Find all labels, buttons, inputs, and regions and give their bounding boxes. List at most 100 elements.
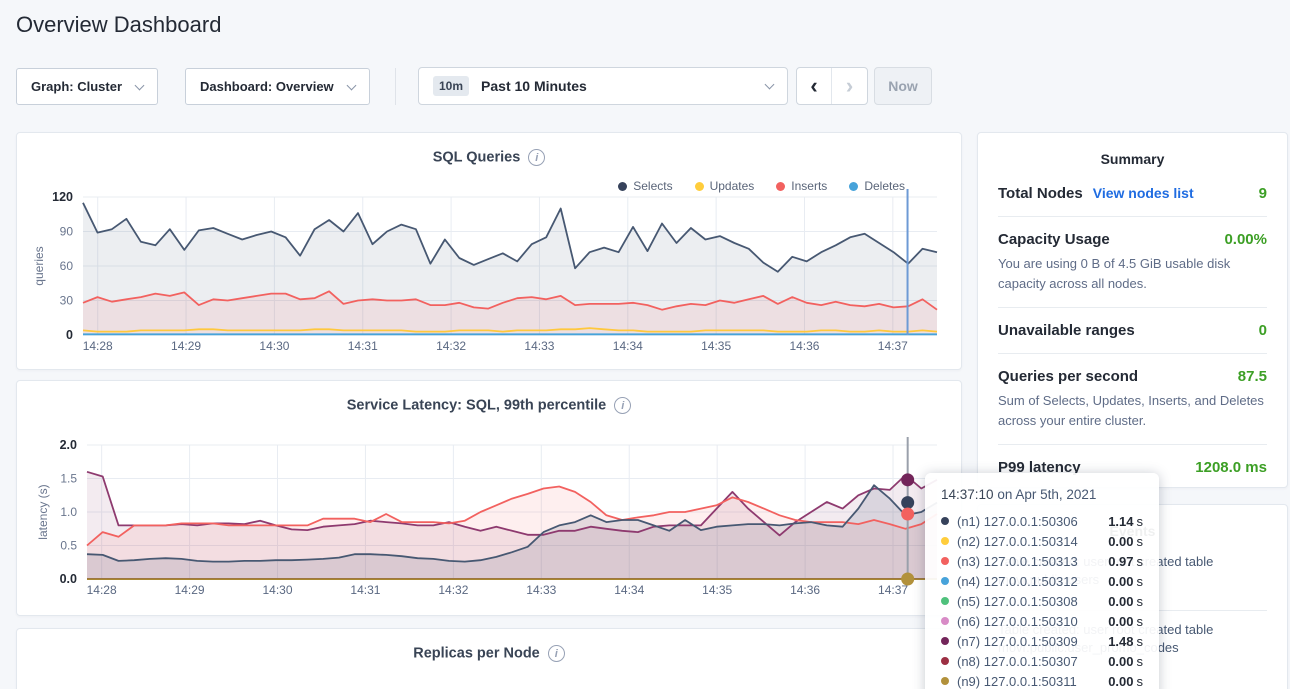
graph-dropdown[interactable]: Graph: Cluster <box>16 68 158 105</box>
legend-label: Deletes <box>864 179 905 193</box>
time-range-selector[interactable]: 10m Past 10 Minutes <box>418 67 788 105</box>
svg-text:1.0: 1.0 <box>60 505 77 519</box>
svg-text:queries: queries <box>32 246 46 285</box>
summary-panel: Summary Total Nodes View nodes list 9 Ca… <box>977 132 1288 488</box>
tooltip-timestamp: 14:37:10 on Apr 5th, 2021 <box>941 487 1143 502</box>
legend-item-inserts[interactable]: Inserts <box>776 179 827 193</box>
node-address: (n5) 127.0.0.1:50308 <box>957 594 1078 609</box>
sql-queries-legend: Selects Updates Inserts Deletes <box>618 179 905 193</box>
node-latency-value: 0.00 <box>1108 534 1133 549</box>
qps-label: Queries per second <box>998 368 1138 385</box>
node-address: (n7) 127.0.0.1:50309 <box>957 634 1078 649</box>
summary-heading: Summary <box>998 151 1267 167</box>
time-pager: ‹ › <box>796 67 868 105</box>
qps-value: 87.5 <box>1238 368 1267 385</box>
tooltip-node-row: (n9) 127.0.0.1:503110.00s <box>941 671 1143 689</box>
tooltip-date: on Apr 5th, 2021 <box>997 487 1096 502</box>
svg-text:14:28: 14:28 <box>83 339 113 353</box>
info-icon[interactable]: i <box>528 149 545 166</box>
svg-text:14:31: 14:31 <box>348 339 378 353</box>
node-color-dot-icon <box>941 557 949 565</box>
legend-dot-icon <box>849 182 858 191</box>
tooltip-rows: (n1) 127.0.0.1:503061.14s (n2) 127.0.0.1:… <box>941 511 1143 689</box>
svg-text:120: 120 <box>52 190 73 204</box>
replicas-per-node-title: Replicas per Node i <box>17 645 961 662</box>
service-latency-title: Service Latency: SQL, 99th percentile i <box>17 397 961 414</box>
legend-item-selects[interactable]: Selects <box>618 179 672 193</box>
service-latency-card: Service Latency: SQL, 99th percentile i 1… <box>16 380 962 616</box>
latency-unit: s <box>1137 654 1144 669</box>
svg-text:90: 90 <box>60 225 74 239</box>
now-button[interactable]: Now <box>874 67 932 105</box>
svg-text:14:35: 14:35 <box>701 339 731 353</box>
svg-text:14:32: 14:32 <box>438 583 468 597</box>
svg-text:14:36: 14:36 <box>790 583 820 597</box>
node-color-dot-icon <box>941 637 949 645</box>
unavailable-ranges-label: Unavailable ranges <box>998 322 1135 339</box>
tooltip-time: 14:37:10 <box>941 487 994 502</box>
svg-text:2.0: 2.0 <box>60 438 77 452</box>
latency-unit: s <box>1137 574 1144 589</box>
prev-time-button[interactable]: ‹ <box>797 68 832 104</box>
tooltip-node-row: (n8) 127.0.0.1:503070.00s <box>941 651 1143 671</box>
summary-qps-row: Queries per second 87.5 Sum of Selects, … <box>998 354 1267 445</box>
svg-text:14:34: 14:34 <box>614 583 644 597</box>
view-nodes-list-link[interactable]: View nodes list <box>1093 185 1194 201</box>
summary-total-nodes-row: Total Nodes View nodes list 9 <box>998 171 1267 217</box>
chevron-down-icon <box>135 80 145 90</box>
capacity-usage-label: Capacity Usage <box>998 231 1110 248</box>
legend-dot-icon <box>618 182 627 191</box>
legend-item-deletes[interactable]: Deletes <box>849 179 905 193</box>
legend-item-updates[interactable]: Updates <box>695 179 755 193</box>
svg-text:14:31: 14:31 <box>350 583 380 597</box>
node-address: (n2) 127.0.0.1:50314 <box>957 534 1078 549</box>
legend-dot-icon <box>695 182 704 191</box>
node-address: (n9) 127.0.0.1:50311 <box>957 674 1077 689</box>
time-range-badge: 10m <box>433 76 469 96</box>
node-address: (n4) 127.0.0.1:50312 <box>957 574 1078 589</box>
info-icon[interactable]: i <box>548 645 565 662</box>
chart-title-text: Service Latency: SQL, 99th percentile <box>347 398 607 414</box>
svg-text:14:28: 14:28 <box>87 583 117 597</box>
svg-text:0.5: 0.5 <box>60 539 77 553</box>
node-color-dot-icon <box>941 577 949 585</box>
controls-divider <box>395 68 396 105</box>
dashboard-dropdown[interactable]: Dashboard: Overview <box>185 68 370 105</box>
sql-queries-card: SQL Queriesi Selects Updates Inserts Delete… <box>16 132 962 370</box>
node-color-dot-icon <box>941 537 949 545</box>
node-color-dot-icon <box>941 677 949 685</box>
total-nodes-label: Total Nodes <box>998 185 1083 202</box>
latency-unit: s <box>1137 614 1144 629</box>
service-latency-chart[interactable]: 14:2814:2914:3014:3114:3214:3314:3414:35… <box>17 381 963 617</box>
summary-capacity-row: Capacity Usage 0.00% You are using 0 B o… <box>998 217 1267 308</box>
next-time-button[interactable]: › <box>832 68 867 104</box>
chart-title-text: Replicas per Node <box>413 646 540 662</box>
sql-queries-title: SQL Queriesi <box>17 149 961 166</box>
svg-text:14:33: 14:33 <box>526 583 556 597</box>
node-latency-value: 1.48 <box>1108 634 1133 649</box>
node-address: (n8) 127.0.0.1:50307 <box>957 654 1078 669</box>
time-range-label: Past 10 Minutes <box>481 78 587 94</box>
svg-text:14:36: 14:36 <box>789 339 819 353</box>
latency-unit: s <box>1137 594 1144 609</box>
node-address: (n3) 127.0.0.1:50313 <box>957 554 1078 569</box>
capacity-usage-desc: You are using 0 B of 4.5 GiB usable disk… <box>998 254 1267 293</box>
sql-queries-chart[interactable]: 14:2814:2914:3014:3114:3214:3314:3414:35… <box>17 133 963 371</box>
latency-unit: s <box>1137 634 1144 649</box>
tooltip-node-row: (n1) 127.0.0.1:503061.14s <box>941 511 1143 531</box>
svg-text:latency (s): latency (s) <box>36 484 50 539</box>
info-icon[interactable]: i <box>614 397 631 414</box>
chevron-down-icon <box>347 80 357 90</box>
node-latency-value: 0.00 <box>1108 594 1133 609</box>
svg-text:14:30: 14:30 <box>259 339 289 353</box>
svg-text:60: 60 <box>60 259 74 273</box>
unavailable-ranges-value: 0 <box>1259 322 1267 339</box>
legend-dot-icon <box>776 182 785 191</box>
qps-desc: Sum of Selects, Updates, Inserts, and De… <box>998 391 1267 430</box>
svg-text:0: 0 <box>66 328 73 342</box>
latency-unit: s <box>1137 534 1144 549</box>
svg-text:14:30: 14:30 <box>263 583 293 597</box>
tooltip-node-row: (n3) 127.0.0.1:503130.97s <box>941 551 1143 571</box>
chevron-down-icon <box>765 80 775 90</box>
latency-unit: s <box>1137 674 1144 689</box>
